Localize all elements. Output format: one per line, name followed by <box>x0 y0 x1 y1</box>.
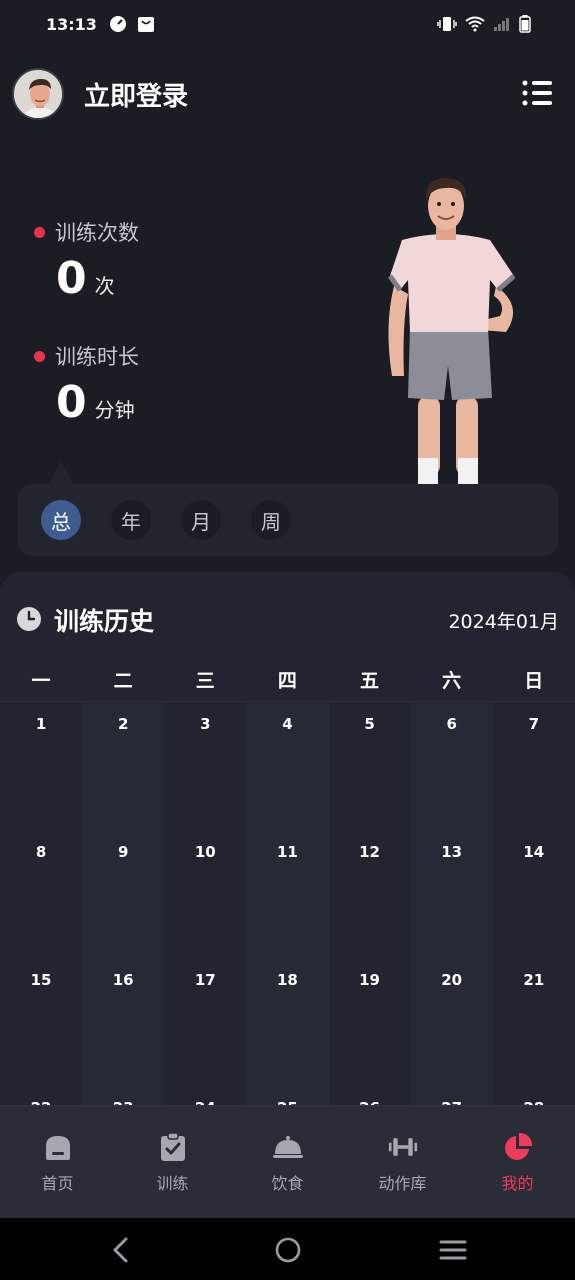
pie-chart-icon <box>504 1132 532 1160</box>
weekday-label: 日 <box>524 670 544 692</box>
tab-label: 我的 <box>501 1174 534 1193</box>
period-tab-month[interactable]: 月 <box>181 500 221 540</box>
tab-label: 训练 <box>156 1174 189 1193</box>
calendar-day[interactable]: 10 <box>164 831 246 959</box>
vibrate-icon <box>437 17 457 31</box>
history-title: 训练历史 <box>54 607 155 636</box>
calendar-day[interactable]: 15 <box>0 959 82 1087</box>
food-cloche-icon <box>272 1136 303 1158</box>
weekday-label: 一 <box>31 670 51 692</box>
calendar-day[interactable]: 11 <box>246 831 329 959</box>
fitness-character-illustration <box>361 178 531 530</box>
calendar-week: 15 16 17 18 19 20 21 <box>0 959 575 1087</box>
calendar-day[interactable]: 4 <box>246 703 329 831</box>
status-bar: 13:13 <box>0 0 575 48</box>
tab-label: 动作库 <box>378 1174 427 1193</box>
period-tab-year[interactable]: 年 <box>111 500 151 540</box>
weekday-label: 四 <box>277 670 297 692</box>
weekday-label: 三 <box>195 670 215 692</box>
calendar-day[interactable]: 3 <box>164 703 246 831</box>
calendar-day[interactable]: 2 <box>82 703 165 831</box>
avatar[interactable] <box>12 68 64 120</box>
weekday-label: 六 <box>442 670 462 692</box>
profile-header: 立即登录 <box>0 62 575 128</box>
calendar-day[interactable]: 20 <box>410 959 493 1087</box>
recents-menu-icon[interactable] <box>437 1234 469 1266</box>
clipboard-check-icon <box>160 1132 185 1161</box>
calendar-day[interactable]: 18 <box>246 959 329 1087</box>
training-history-card: 训练历史 2024年01月 一 二 三 四 五 六 日 1 2 3 4 5 6 … <box>0 572 575 1112</box>
calendar-day[interactable]: 7 <box>493 703 575 831</box>
red-dot-icon <box>34 350 45 362</box>
calendar-day[interactable]: 8 <box>0 831 82 959</box>
tab-mine[interactable]: 我的 <box>460 1106 575 1218</box>
back-icon[interactable] <box>106 1234 138 1266</box>
stat-unit: 次 <box>94 274 115 298</box>
wifi-icon <box>465 16 485 32</box>
tab-diet[interactable]: 饮食 <box>230 1106 345 1218</box>
list-menu-icon[interactable] <box>521 78 555 108</box>
avatar-character-image <box>14 70 62 118</box>
tab-label: 饮食 <box>271 1174 304 1193</box>
tab-home[interactable]: 首页 <box>0 1106 115 1218</box>
status-time: 13:13 <box>46 14 97 34</box>
history-month-selector[interactable]: 2024年01月 <box>448 607 559 634</box>
weekday-label: 二 <box>113 670 133 692</box>
calendar-day[interactable]: 16 <box>82 959 165 1087</box>
stat-training-count: 训练次数 0 次 <box>34 217 139 304</box>
battery-icon <box>519 15 531 33</box>
tab-label: 首页 <box>41 1174 74 1193</box>
calendar-grid: 1 2 3 4 5 6 7 8 9 10 11 12 13 14 15 16 1… <box>0 703 575 1112</box>
calendar-day[interactable]: 21 <box>493 959 575 1087</box>
weekday-header: 一 二 三 四 五 六 日 <box>0 662 575 702</box>
login-title[interactable]: 立即登录 <box>84 76 188 113</box>
stat-training-duration: 训练时长 0 分钟 <box>34 341 139 428</box>
weekday-label: 五 <box>360 670 380 692</box>
calendar-day[interactable]: 5 <box>329 703 411 831</box>
system-navigation-bar <box>0 1218 575 1280</box>
home-circle-icon[interactable] <box>272 1234 304 1266</box>
stat-unit: 分钟 <box>94 398 135 422</box>
calendar-week: 1 2 3 4 5 6 7 <box>0 703 575 831</box>
period-tab-week[interactable]: 周 <box>251 500 291 540</box>
tab-exercise-library[interactable]: 动作库 <box>345 1106 460 1218</box>
stat-label: 训练时长 <box>55 345 139 369</box>
red-dot-icon <box>34 226 45 238</box>
shopping-bag-icon <box>137 17 154 32</box>
calendar-day[interactable]: 17 <box>164 959 246 1087</box>
home-icon <box>45 1136 70 1160</box>
calendar-day[interactable]: 19 <box>329 959 411 1087</box>
speed-meter-icon <box>109 16 126 32</box>
period-selector: 总 年 月 周 <box>18 484 558 556</box>
stat-value: 0 <box>56 253 87 304</box>
calendar-week: 8 9 10 11 12 13 14 <box>0 831 575 959</box>
period-pointer <box>48 461 74 485</box>
signal-icon <box>494 18 509 31</box>
calendar-day[interactable]: 13 <box>410 831 493 959</box>
calendar-day[interactable]: 12 <box>329 831 411 959</box>
calendar-day[interactable]: 1 <box>0 703 82 831</box>
calendar-day[interactable]: 6 <box>410 703 493 831</box>
tab-training[interactable]: 训练 <box>115 1106 230 1218</box>
calendar-day[interactable]: 14 <box>493 831 575 959</box>
period-tab-total[interactable]: 总 <box>41 500 81 540</box>
bottom-tab-bar: 首页 训练 饮食 动作库 我的 <box>0 1105 575 1218</box>
clock-icon <box>17 607 41 631</box>
dumbbell-icon <box>388 1138 417 1156</box>
stat-label: 训练次数 <box>55 221 139 245</box>
stat-value: 0 <box>56 377 87 428</box>
calendar-day[interactable]: 9 <box>82 831 165 959</box>
